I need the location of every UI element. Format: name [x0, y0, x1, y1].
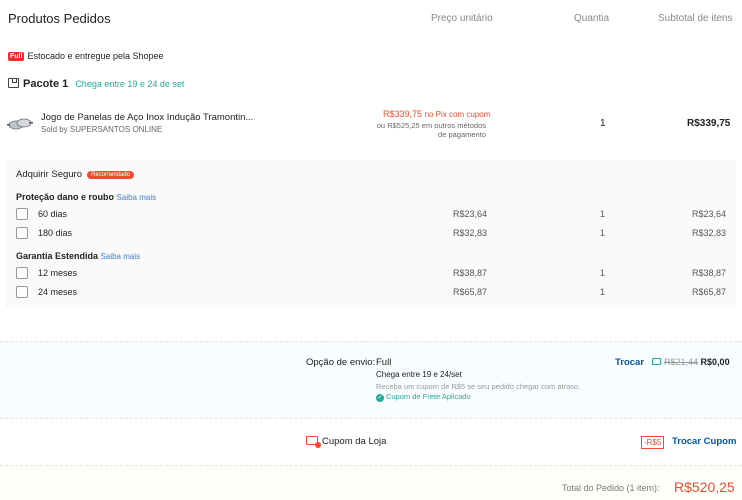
shipping-note: Receba um cupom de R$5 se seu pedido che…	[376, 382, 581, 391]
product-subtotal: R$339,75	[687, 118, 731, 129]
col-unit-price: Preço unitário	[431, 13, 493, 24]
insurance-panel	[5, 160, 736, 308]
shipping-price: R$21,44 R$0,00	[652, 357, 730, 367]
seller-line: Full Estocado e entregue pela Shopee	[8, 51, 164, 61]
page-title: Produtos Pedidos	[8, 11, 111, 26]
insurance-header: Adquirir Seguro Recomendado	[16, 169, 135, 180]
col-quantity: Quantia	[574, 13, 610, 24]
coupon-discount: -R$5	[641, 436, 665, 449]
insurance-title: Adquirir Seguro	[16, 169, 83, 180]
divider	[0, 465, 742, 466]
package-eta: Chega entre 19 e 24 de set	[75, 79, 185, 89]
option-price: R$23,64	[453, 209, 488, 219]
option-subtotal: R$23,64	[692, 209, 727, 219]
store-coupon: Cupom da Loja	[306, 436, 387, 448]
option-qty: 1	[600, 268, 606, 278]
package-header: Pacote 1 Chega entre 19 e 24 de set	[8, 78, 184, 90]
recommended-badge: Recomendado	[87, 171, 135, 179]
divider	[0, 341, 742, 342]
store-coupon-label: Cupom da Loja	[322, 436, 387, 447]
change-shipping-button[interactable]: Trocar	[615, 357, 644, 368]
learn-more-link[interactable]: Saiba mais	[117, 193, 157, 202]
option-price: R$65,87	[453, 287, 488, 297]
coupon-tag: -R$5	[641, 434, 665, 449]
free-shipping-applied: ✓ Cupom de Frete Aplicado	[376, 392, 471, 402]
truck-icon	[652, 358, 661, 365]
option-price: R$32,83	[453, 228, 488, 238]
learn-more-link[interactable]: Saiba mais	[101, 252, 141, 261]
shipping-section	[0, 341, 742, 418]
option-qty: 1	[600, 287, 606, 297]
insurance-group-damage: Proteção dano e roubo Saiba mais	[16, 192, 156, 202]
col-subtotal: Subtotal de itens	[658, 13, 733, 24]
product-image	[7, 118, 33, 130]
package-title: Pacote 1	[23, 78, 69, 90]
new-shipping-price: R$0,00	[700, 357, 730, 367]
option-qty: 1	[600, 209, 606, 219]
divider	[0, 418, 742, 419]
option-subtotal: R$65,87	[692, 287, 727, 297]
shipping-method: Full	[376, 357, 392, 368]
pix-price-line: R$339,75 no Pix com cupom	[383, 109, 490, 119]
checkbox-60-dias[interactable]	[16, 208, 28, 220]
total-value: R$520,25	[674, 479, 735, 495]
other-payment-line1: ou R$525,25 em outros métodos	[376, 121, 486, 130]
old-shipping-price: R$21,44	[664, 357, 699, 367]
insurance-group-warranty: Garantia Estendida Saiba mais	[16, 251, 140, 261]
check-circle-icon: ✓	[376, 394, 384, 402]
option-subtotal: R$38,87	[692, 268, 727, 278]
product-sold-by: Sold by SUPERSANTOS ONLINE	[41, 125, 163, 134]
total-label: Total do Pedido (1 item):	[562, 483, 660, 493]
change-coupon-button[interactable]: Trocar Cupom	[672, 436, 736, 447]
package-icon	[8, 78, 19, 88]
full-badge: Full	[8, 52, 25, 61]
option-label: 12 meses	[38, 268, 78, 278]
group-title: Proteção dano e roubo	[16, 192, 115, 202]
voucher-icon	[306, 436, 321, 448]
option-label: 24 meses	[38, 287, 78, 297]
option-label: 60 dias	[38, 209, 68, 219]
checkbox-12-meses[interactable]	[16, 267, 28, 279]
other-payment-line2: de pagamento	[438, 130, 486, 139]
option-price: R$38,87	[453, 268, 488, 278]
group-title: Garantia Estendida	[16, 251, 99, 261]
shipping-label: Opção de envio:	[306, 357, 376, 368]
product-name[interactable]: Jogo de Panelas de Aço Inox Indução Tram…	[41, 112, 253, 123]
option-qty: 1	[600, 228, 606, 238]
other-payment-note: ou R$525,25 em outros métodos de pagamen…	[376, 121, 486, 139]
pix-price: R$339,75	[383, 109, 423, 119]
free-shipping-label: Cupom de Frete Aplicado	[386, 392, 471, 401]
shipping-eta: Chega entre 19 e 24/set	[376, 370, 462, 379]
checkbox-24-meses[interactable]	[16, 286, 28, 298]
option-subtotal: R$32,83	[692, 228, 727, 238]
product-qty: 1	[600, 118, 606, 129]
option-label: 180 dias	[38, 228, 73, 238]
checkbox-180-dias[interactable]	[16, 227, 28, 239]
pix-note: no Pix com cupom	[424, 110, 491, 119]
seller-label: Estocado e entregue pela Shopee	[27, 51, 164, 61]
